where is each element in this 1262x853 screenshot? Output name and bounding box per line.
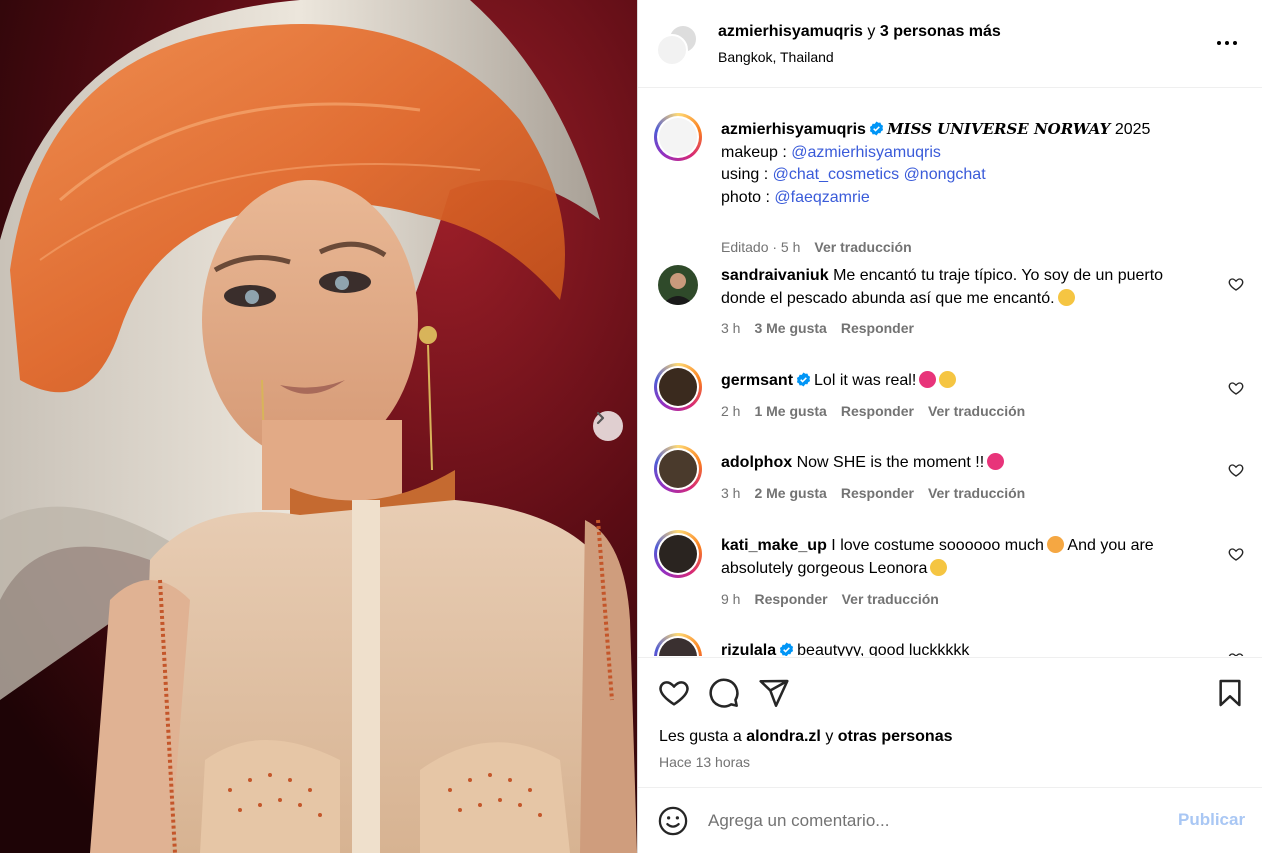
comment-username[interactable]: sandraivaniuk xyxy=(721,267,829,284)
add-comment-bar: Publicar xyxy=(638,787,1262,853)
caption-text: azmierhisyamuqris MISS UNIVERSE NORWAY 20… xyxy=(721,118,1211,209)
comment-username[interactable]: germsant xyxy=(721,372,793,389)
post-location[interactable]: Bangkok, Thailand xyxy=(718,49,834,65)
comment-body: Lol it was real! xyxy=(814,372,917,389)
caption-title: MISS UNIVERSE NORWAY xyxy=(886,120,1111,138)
heart-icon[interactable] xyxy=(1228,380,1244,396)
mention-link[interactable]: @chat_cosmetics xyxy=(773,166,900,183)
save-icon[interactable] xyxy=(1214,677,1246,709)
mention-link[interactable]: @azmierhisyamuqris xyxy=(791,144,941,161)
comment-input[interactable] xyxy=(708,808,1148,834)
comment-meta: 2 h 1 Me gusta Responder Ver traducción xyxy=(721,403,1039,419)
liker-username[interactable]: alondra.zl xyxy=(746,728,821,745)
caption-year: 2025 xyxy=(1114,121,1151,138)
comments-list[interactable]: azmierhisyamuqris MISS UNIVERSE NORWAY 20… xyxy=(638,89,1262,656)
heart-icon[interactable] xyxy=(1228,546,1244,562)
comment-likes[interactable]: 2 Me gusta xyxy=(754,485,826,501)
heart-icon[interactable] xyxy=(1228,276,1244,292)
caption-photo-label: photo : xyxy=(721,188,770,206)
clapping-hands-icon xyxy=(930,558,948,576)
more-icon xyxy=(1217,41,1237,45)
comment-meta: 3 h 2 Me gusta Responder Ver traducción xyxy=(721,485,1039,501)
translate-link[interactable]: Ver traducción xyxy=(842,591,939,607)
heart-eyes-emoji-icon xyxy=(1046,536,1064,553)
heart-icon[interactable] xyxy=(1228,651,1244,656)
post-side-panel: azmierhisyamuqris y 3 personas más Bangk… xyxy=(637,0,1262,853)
avatar[interactable] xyxy=(654,445,702,493)
comment-text: germsant Lol it was real! xyxy=(721,370,1211,393)
comment-text: sandraivaniuk Me encantó tu traje típico… xyxy=(721,265,1211,310)
comment-time: 9 h xyxy=(721,591,741,607)
clapping-hands-icon xyxy=(1057,288,1075,306)
caption-edited: Editado · 5 h xyxy=(721,239,801,255)
heart-icon[interactable] xyxy=(1228,462,1244,478)
comment-icon[interactable] xyxy=(708,677,740,709)
caption-username[interactable]: azmierhisyamuqris xyxy=(721,121,866,138)
post-timestamp[interactable]: Hace 13 horas xyxy=(659,754,750,770)
mention-link[interactable]: @faeqzamrie xyxy=(774,189,869,206)
post-authors: azmierhisyamuqris y 3 personas más xyxy=(718,23,1001,41)
heart-emoji-icon xyxy=(987,453,1005,470)
verified-icon xyxy=(796,372,811,387)
caption-makeup-label: makeup : xyxy=(721,143,787,161)
avatar[interactable] xyxy=(654,113,702,161)
comment-time: 2 h xyxy=(721,403,741,419)
comment-body: beautyyy, good luckkkkk xyxy=(797,642,970,656)
collab-avatars[interactable] xyxy=(656,24,700,68)
comment-likes[interactable]: 1 Me gusta xyxy=(754,403,826,419)
likes-connector: y xyxy=(825,728,834,745)
post-header: azmierhisyamuqris y 3 personas más Bangk… xyxy=(638,0,1262,88)
reply-button[interactable]: Responder xyxy=(841,320,914,336)
comment-username[interactable]: rizulala xyxy=(721,642,776,656)
post-photo xyxy=(0,0,637,853)
verified-icon xyxy=(780,642,794,656)
comment-text: kati_make_up I love costume soooooo much… xyxy=(721,535,1211,580)
translate-link[interactable]: Ver traducción xyxy=(928,485,1025,501)
likes-prefix: Les gusta a xyxy=(659,728,742,745)
comment-time: 3 h xyxy=(721,485,741,501)
comment-body: I love costume soooooo much xyxy=(831,537,1044,554)
authors-connector: y xyxy=(867,23,876,40)
comment-body: Now SHE is the moment !! xyxy=(796,454,985,471)
more-options-button[interactable] xyxy=(1214,32,1240,54)
comment-meta: 9 h Responder Ver traducción xyxy=(721,591,953,607)
avatar[interactable] xyxy=(654,633,702,656)
verified-icon xyxy=(869,121,884,136)
emoji-icon[interactable] xyxy=(658,806,688,836)
avatar[interactable] xyxy=(654,530,702,578)
next-photo-button[interactable] xyxy=(593,411,623,441)
reply-button[interactable]: Responder xyxy=(754,591,827,607)
reply-button[interactable]: Responder xyxy=(841,485,914,501)
mention-link[interactable]: @nongchat xyxy=(904,166,986,183)
photo-illustration xyxy=(0,0,637,853)
laughing-emoji-icon xyxy=(939,371,957,388)
avatar[interactable] xyxy=(658,265,698,305)
translate-link[interactable]: Ver traducción xyxy=(814,239,911,255)
heart-emoji-icon xyxy=(919,371,937,388)
translate-link[interactable]: Ver traducción xyxy=(928,403,1025,419)
caption-meta: Editado · 5 h Ver traducción xyxy=(721,239,926,255)
publish-button[interactable]: Publicar xyxy=(1178,810,1245,830)
comment-username[interactable]: kati_make_up xyxy=(721,537,827,554)
comment-text: rizulala beautyyy, good luckkkkk xyxy=(721,640,1211,656)
comment-username[interactable]: adolphox xyxy=(721,454,792,471)
comment-text: adolphox Now SHE is the moment !! xyxy=(721,452,1211,475)
caption-using-label: using : xyxy=(721,166,769,183)
post-actions: Les gusta a alondra.zl y otras personas … xyxy=(638,657,1262,787)
avatar xyxy=(656,34,688,66)
other-authors-link[interactable]: 3 personas más xyxy=(880,23,1001,40)
likes-summary: Les gusta a alondra.zl y otras personas xyxy=(659,728,953,746)
avatar[interactable] xyxy=(654,363,702,411)
comment-likes[interactable]: 3 Me gusta xyxy=(754,320,826,336)
reply-button[interactable]: Responder xyxy=(841,403,914,419)
share-icon[interactable] xyxy=(758,677,790,709)
author-username[interactable]: azmierhisyamuqris xyxy=(718,23,863,40)
likes-others-link[interactable]: otras personas xyxy=(838,728,953,745)
comment-time: 3 h xyxy=(721,320,741,336)
comment-meta: 3 h 3 Me gusta Responder xyxy=(721,320,928,336)
heart-icon[interactable] xyxy=(658,677,690,709)
chevron-right-icon xyxy=(596,411,605,425)
